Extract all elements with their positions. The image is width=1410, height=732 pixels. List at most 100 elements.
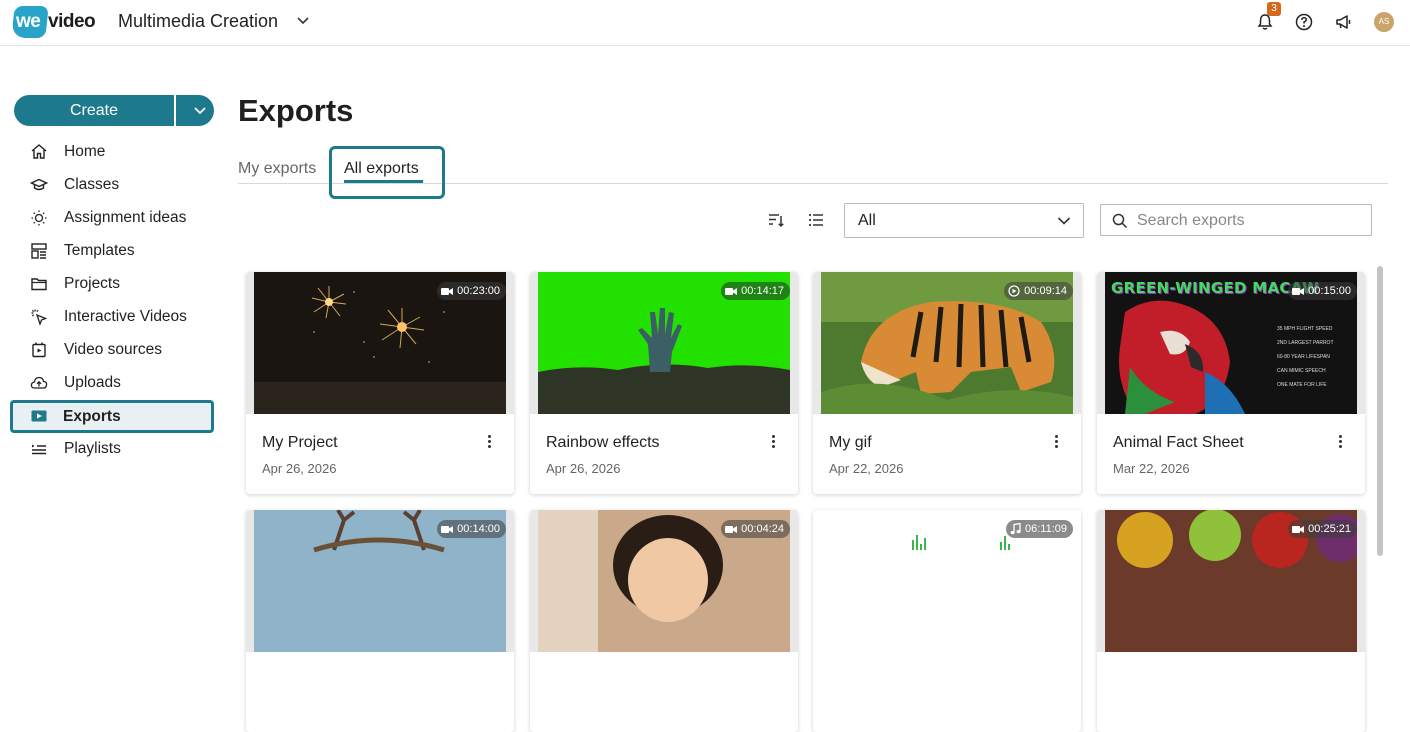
export-card[interactable]: 06:11:09 xyxy=(813,510,1081,732)
duration-text: 00:15:00 xyxy=(1308,285,1351,297)
active-tab-underline xyxy=(344,180,423,183)
thumbnail[interactable]: 00:25:21 xyxy=(1097,510,1365,652)
exports-tabs: My exports All exports xyxy=(238,146,1388,199)
export-card[interactable]: 00:14:17 Rainbow effects Apr 26, 2026 xyxy=(530,272,798,494)
avatar[interactable]: AS xyxy=(1374,12,1394,32)
sidebar-item-video-sources[interactable]: Video sources xyxy=(14,334,214,367)
tab-my-exports[interactable]: My exports xyxy=(238,160,316,178)
card-date: Apr 26, 2026 xyxy=(546,461,621,476)
sidebar-item-exports[interactable]: Exports xyxy=(10,400,214,433)
video-camera-icon xyxy=(441,525,454,533)
card-title[interactable]: My gif xyxy=(829,434,872,452)
list-view-icon[interactable] xyxy=(807,211,825,229)
search-field[interactable] xyxy=(1100,204,1372,236)
folder-icon xyxy=(31,278,47,291)
gif-icon xyxy=(1008,285,1020,297)
card-date: Mar 22, 2026 xyxy=(1113,461,1190,476)
sidebar-item-interactive-videos[interactable]: Interactive Videos xyxy=(14,301,214,334)
create-dropdown-chevron-icon[interactable] xyxy=(192,103,208,119)
duration-badge: 00:25:21 xyxy=(1288,520,1357,538)
more-options-icon[interactable] xyxy=(1337,435,1343,451)
thumbnail[interactable]: 00:04:24 xyxy=(530,510,798,652)
video-camera-icon xyxy=(725,287,738,295)
card-title[interactable]: Rainbow effects xyxy=(546,434,660,452)
duration-text: 06:11:09 xyxy=(1024,523,1067,535)
search-input[interactable] xyxy=(1137,210,1357,232)
upload-icon xyxy=(30,376,48,389)
megaphone-icon[interactable] xyxy=(1334,12,1354,32)
export-type-filter[interactable]: All xyxy=(844,203,1084,238)
sort-icon[interactable] xyxy=(767,211,785,229)
logo-video-text: video xyxy=(48,11,96,32)
video-camera-icon xyxy=(1292,287,1305,295)
thumbnail[interactable]: 00:23:00 xyxy=(246,272,514,414)
more-options-icon[interactable] xyxy=(1053,435,1059,451)
thumbnail[interactable]: 00:09:14 xyxy=(813,272,1081,414)
sidebar-item-label: Uploads xyxy=(64,374,121,391)
sidebar-item-classes[interactable]: Classes xyxy=(14,169,214,202)
more-options-icon[interactable] xyxy=(770,435,776,451)
chevron-down-icon xyxy=(1057,217,1071,225)
duration-text: 00:09:14 xyxy=(1024,285,1067,297)
sidebar-item-templates[interactable]: Templates xyxy=(14,235,214,268)
create-button-label: Create xyxy=(69,102,119,119)
help-icon[interactable] xyxy=(1294,12,1314,32)
thumbnail[interactable]: 06:11:09 xyxy=(813,510,1081,652)
fact-line: 60-80 YEAR LIFESPAN xyxy=(1277,354,1330,360)
vertical-scrollbar[interactable] xyxy=(1377,266,1383,556)
create-button[interactable]: Create xyxy=(14,95,214,126)
duration-badge: 00:23:00 xyxy=(437,282,506,300)
create-button-divider xyxy=(174,95,176,126)
export-card[interactable]: 00:04:24 xyxy=(530,510,798,732)
duration-text: 00:23:00 xyxy=(457,285,500,297)
fact-line: 35 MPH FLIGHT SPEED xyxy=(1277,326,1333,332)
duration-badge: 06:11:09 xyxy=(1005,520,1073,538)
sidebar-item-home[interactable]: Home xyxy=(14,136,214,169)
duration-badge: 00:15:00 xyxy=(1288,282,1357,300)
classes-icon xyxy=(30,178,48,191)
card-title[interactable]: My Project xyxy=(262,434,338,452)
video-camera-icon xyxy=(725,525,738,533)
tab-all-exports[interactable]: All exports xyxy=(344,160,419,178)
thumbnail[interactable]: GREEN-WINGED MACAW 35 MPH FLIGHT SPEED 2… xyxy=(1097,272,1365,414)
interactive-icon xyxy=(31,309,48,326)
sidebar-item-assignment-ideas[interactable]: Assignment ideas xyxy=(14,202,214,235)
sidebar-item-label: Interactive Videos xyxy=(64,308,187,325)
duration-badge: 00:14:00 xyxy=(437,520,506,538)
video-sources-icon xyxy=(32,342,46,358)
duration-badge: 00:09:14 xyxy=(1004,282,1073,300)
chevron-down-icon[interactable] xyxy=(296,14,310,28)
duration-badge: 00:14:17 xyxy=(721,282,790,300)
search-icon xyxy=(1112,213,1128,229)
duration-text: 00:04:24 xyxy=(741,523,784,535)
duration-text: 00:25:21 xyxy=(1308,523,1351,535)
sidebar-item-label: Video sources xyxy=(64,341,162,358)
sidebar-item-uploads[interactable]: Uploads xyxy=(14,367,214,400)
thumbnail-facts: 35 MPH FLIGHT SPEED 2ND LARGEST PARROT 6… xyxy=(1277,322,1334,392)
thumbnail[interactable]: 00:14:17 xyxy=(530,272,798,414)
playlist-icon xyxy=(32,444,46,455)
sidebar-item-playlists[interactable]: Playlists xyxy=(14,433,214,466)
card-date: Apr 22, 2026 xyxy=(829,461,904,476)
workspace-name[interactable]: Multimedia Creation xyxy=(118,11,278,32)
more-options-icon[interactable] xyxy=(486,435,492,451)
sidebar-item-projects[interactable]: Projects xyxy=(14,268,214,301)
thumbnail[interactable]: 00:14:00 xyxy=(246,510,514,652)
export-card[interactable]: 00:14:00 xyxy=(246,510,514,732)
export-card[interactable]: GREEN-WINGED MACAW 35 MPH FLIGHT SPEED 2… xyxy=(1097,272,1365,494)
lightbulb-icon xyxy=(31,210,47,226)
export-card[interactable]: 00:23:00 My Project Apr 26, 2026 xyxy=(246,272,514,494)
logo-we-text: we xyxy=(16,11,41,32)
exports-icon xyxy=(31,410,47,422)
wevideo-logo[interactable]: we video xyxy=(11,5,99,39)
templates-icon xyxy=(31,243,47,259)
music-note-icon xyxy=(1010,523,1021,535)
sidebar-item-label: Classes xyxy=(64,176,120,193)
export-card[interactable]: 00:09:14 My gif Apr 22, 2026 xyxy=(813,272,1081,494)
card-title[interactable]: Animal Fact Sheet xyxy=(1113,434,1244,452)
video-camera-icon xyxy=(441,287,454,295)
export-card[interactable]: 00:25:21 xyxy=(1097,510,1365,732)
sidebar-item-label: Projects xyxy=(64,275,120,292)
filter-selected-value: All xyxy=(858,212,876,229)
home-icon xyxy=(31,144,47,159)
